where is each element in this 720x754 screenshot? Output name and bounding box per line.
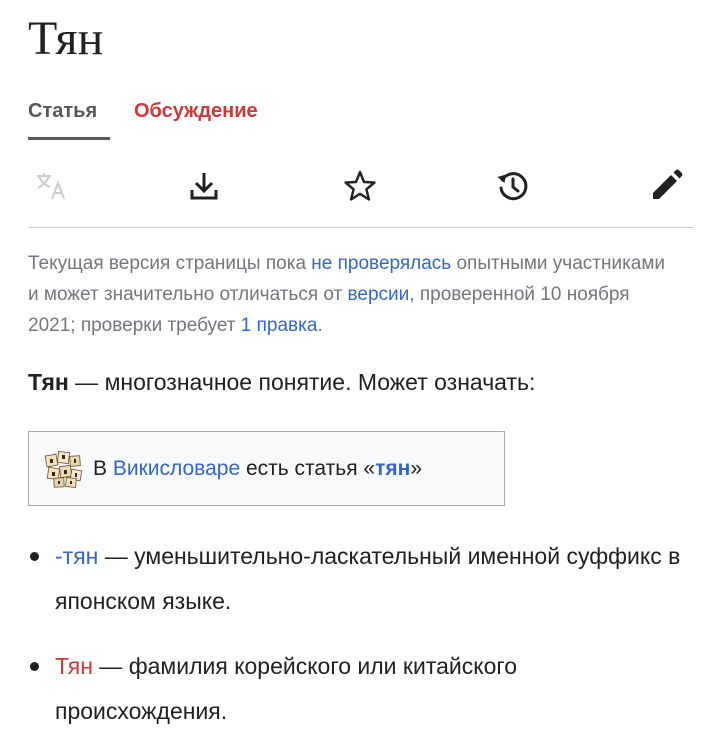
intro-paragraph: Тян — многозначное понятие. Может означа… [28,364,693,400]
meanings-list: -тян — уменьшительно-ласкательный именно… [28,534,693,754]
wiktionary-term: тян [375,456,411,480]
page-actions-toolbar [28,142,693,228]
list-item: Тян — фамилия корейского или китайского … [28,644,693,734]
reviewed-version-link[interactable]: версии [348,284,410,305]
list-item: -тян — уменьшительно-ласкательный именно… [28,534,693,624]
intro-term: Тян [28,369,69,395]
wiktionary-suffix: » [410,456,423,480]
review-status-notice: Текущая версия страницы пока не проверял… [28,248,678,341]
wiktionary-box: В Викисловаре есть статья «тян» [28,431,505,506]
wiktionary-middle: есть статья « [240,456,376,480]
notice-text-1: Текущая версия страницы пока [28,253,312,274]
wiktionary-term-link[interactable]: тян [375,457,410,480]
tab-article[interactable]: Статья [28,96,110,140]
translate-icon[interactable] [34,168,70,204]
intro-text: — многозначное понятие. Может означать: [68,369,536,395]
not-reviewed-link[interactable]: не проверялась [311,253,451,274]
page-title: Тян [28,12,104,65]
history-icon[interactable] [495,168,531,204]
star-icon[interactable] [342,168,378,204]
download-icon[interactable] [186,168,222,204]
notice-text-4: . [317,315,323,336]
surname-link[interactable]: Тян [55,653,93,679]
list-item-text: — уменьшительно-ласкательный именной суф… [55,543,681,614]
pending-edits-link[interactable]: 1 правка [241,315,318,336]
wiktionary-logo-icon [44,450,83,488]
suffix-link[interactable]: -тян [55,543,98,569]
page-tabs: Статья Обсуждение [28,96,693,142]
wiktionary-text: В Викисловаре есть статья «тян» [93,457,422,481]
wiktionary-prefix: В [93,456,113,480]
article-page: Тян Статья Обсуждение Текущая версия стр… [0,0,720,742]
tab-discussion[interactable]: Обсуждение [134,96,258,140]
edit-icon[interactable] [648,168,684,204]
wiktionary-link[interactable]: Викисловаре [113,457,240,480]
list-item-text: — фамилия корейского или китайского прои… [55,653,518,724]
